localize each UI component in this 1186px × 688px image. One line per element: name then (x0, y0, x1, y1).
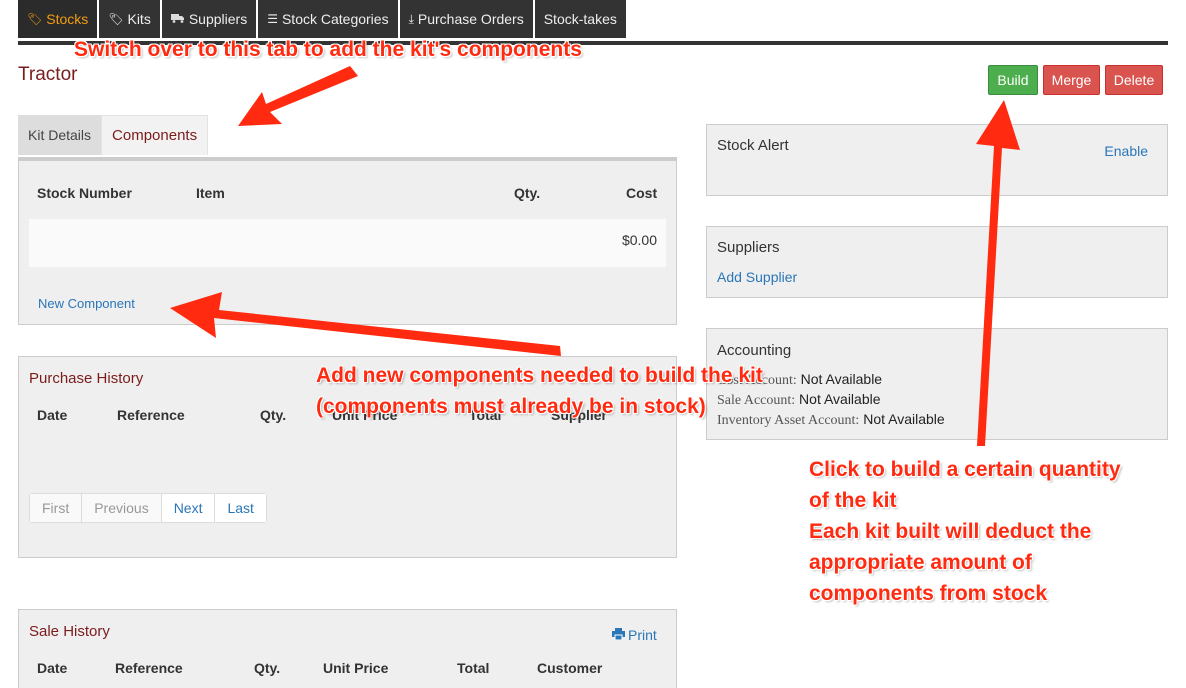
annotation-line: of the kit (809, 489, 897, 512)
annotation-line: components from stock (809, 582, 1048, 605)
annotation-line: Click to build a certain quantity (809, 458, 1121, 481)
arrow-to-build-button (976, 100, 1020, 446)
arrow-to-components-tab (238, 66, 358, 126)
annotation-component-hint-1: Add new components needed to build the k… (316, 364, 763, 387)
annotation-component-hint-2: (components must already be in stock) (316, 395, 706, 418)
arrow-to-new-component (170, 292, 561, 356)
annotation-tab-hint: Switch over to this tab to add the kit's… (74, 38, 582, 61)
annotation-line: Each kit built will deduct the (809, 520, 1092, 543)
annotation-build-hint: Click to build a certain quantity of the… (809, 454, 1121, 609)
annotation-line: appropriate amount of (809, 551, 1032, 574)
